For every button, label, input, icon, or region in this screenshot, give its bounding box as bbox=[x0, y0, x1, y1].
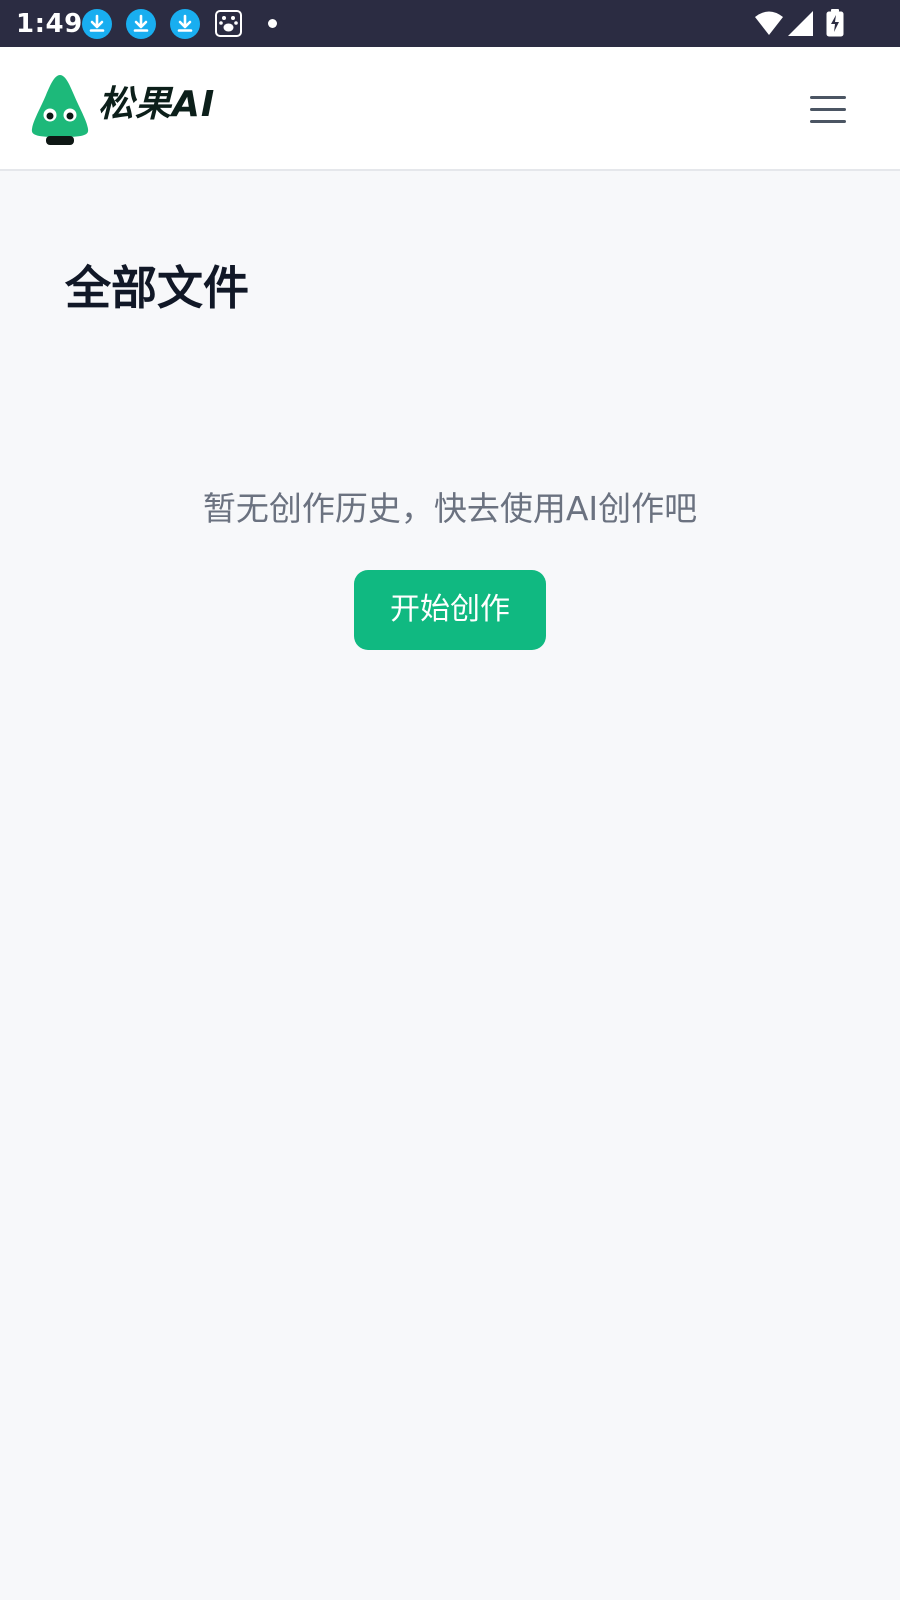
hamburger-menu-icon[interactable] bbox=[800, 83, 856, 135]
status-bar: 1:49 bbox=[0, 0, 900, 47]
wifi-icon bbox=[754, 10, 784, 40]
page-title: 全部文件 bbox=[65, 261, 249, 315]
cell-signal-icon bbox=[788, 11, 814, 40]
empty-state-message: 暂无创作历史，快去使用AI创作吧 bbox=[202, 489, 698, 528]
status-time: 1:49 bbox=[16, 9, 83, 39]
download-icon bbox=[82, 9, 112, 39]
download-icon bbox=[170, 9, 200, 39]
menu-line bbox=[810, 120, 846, 123]
brand-name[interactable]: 松果AI bbox=[98, 83, 215, 127]
menu-line bbox=[810, 108, 846, 111]
download-icon bbox=[126, 9, 156, 39]
start-creating-button[interactable]: 开始创作 bbox=[354, 570, 546, 650]
baidu-paw-icon bbox=[215, 10, 242, 37]
app-header: 松果AI bbox=[0, 47, 900, 171]
menu-line bbox=[810, 96, 846, 99]
pinecone-mascot-icon[interactable] bbox=[30, 73, 90, 147]
battery-charging-icon bbox=[826, 9, 844, 41]
more-notifications-dot-icon bbox=[268, 19, 277, 28]
